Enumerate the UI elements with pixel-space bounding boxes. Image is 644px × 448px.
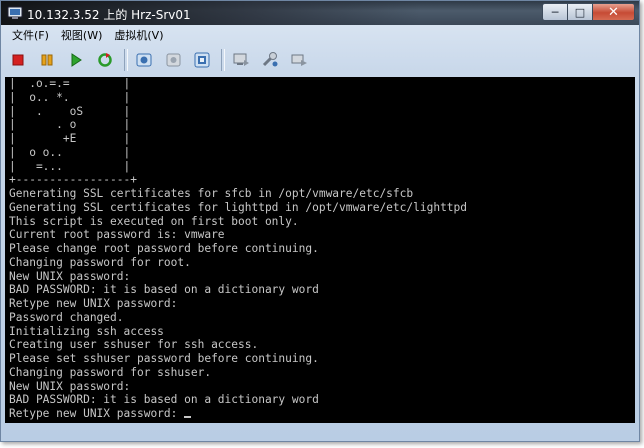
console-line: Password changed. — [9, 310, 124, 324]
console-line: Generating SSL certificates for sfcb in … — [9, 187, 414, 200]
stop-icon — [12, 54, 24, 66]
close-button[interactable]: ✕ — [593, 3, 635, 21]
menu-view[interactable]: 视图(W) — [55, 28, 108, 44]
vm-console-screen[interactable]: | .o.=.= | | o.. *. | | . oS | | . o | |… — [5, 77, 635, 423]
randomart-line: | . o | — [9, 118, 131, 132]
randomart-line: +-----------------+ — [9, 173, 137, 187]
randomart-line: | o o.. | — [9, 145, 131, 159]
console-line: Retype new UNIX password: — [9, 297, 178, 310]
console-line: This script is executed on first boot on… — [9, 214, 299, 228]
randomart-line: | o.. *. | — [9, 90, 131, 104]
console-line: Please change root password before conti… — [9, 242, 319, 255]
console-line: Creating user sshuser for ssh access. — [9, 338, 259, 352]
toolbar-separator — [124, 49, 128, 71]
power-on-button[interactable] — [66, 50, 86, 70]
randomart-line: | . oS | — [9, 104, 131, 118]
menu-file[interactable]: 文件(F) — [6, 28, 55, 44]
console-line: Please set sshuser password before conti… — [9, 352, 319, 365]
randomart-line: | =... | — [9, 159, 131, 173]
snapshot-manager-button[interactable] — [192, 50, 212, 70]
console-view-icon — [233, 53, 249, 66]
console-line: Changing password for sshuser. — [9, 365, 212, 379]
reset-button[interactable] — [95, 50, 115, 70]
password-prompt: Retype new UNIX password: — [9, 407, 185, 420]
menu-vm[interactable]: 虚拟机(V) — [108, 28, 169, 44]
menu-bar: 文件(F) 视图(W) 虚拟机(V) — [6, 28, 170, 44]
toolbar-separator — [221, 49, 225, 71]
vmware-console-icon — [7, 6, 23, 19]
randomart-line: | .o.=.= | — [9, 77, 131, 90]
suspend-button[interactable] — [37, 50, 57, 70]
vm-settings-button[interactable] — [260, 50, 280, 70]
play-icon — [71, 53, 82, 67]
revert-snapshot-icon — [166, 53, 181, 67]
minimize-icon: ─ — [551, 5, 559, 19]
full-screen-button[interactable] — [289, 50, 309, 70]
full-screen-icon — [291, 54, 307, 66]
console-line: New UNIX password: — [9, 269, 131, 283]
power-off-button[interactable] — [8, 50, 28, 70]
status-bar — [5, 425, 635, 439]
maximize-icon: □ — [574, 5, 586, 19]
console-line: Changing password for root. — [9, 255, 191, 269]
maximize-button[interactable]: □ — [568, 3, 593, 21]
console-view-button[interactable] — [231, 50, 251, 70]
title-bar[interactable]: 10.132.3.52 上的 Hrz-Srv01 ─ □ ✕ — [1, 1, 639, 25]
console-line: Generating SSL certificates for lighttpd… — [9, 200, 468, 214]
vm-console-window: 10.132.3.52 上的 Hrz-Srv01 ─ □ ✕ 文件(F) 视图(… — [0, 0, 640, 442]
text-cursor — [184, 416, 192, 418]
snapshot-icon — [136, 53, 152, 67]
pause-icon — [41, 54, 53, 66]
ssh-key-randomart: | .o.=.= | | o.. *. | | . oS | | . o | |… — [9, 77, 137, 186]
snapshot-manager-icon — [194, 52, 210, 68]
console-line: Initializing ssh access — [9, 324, 164, 338]
revert-snapshot-button[interactable] — [163, 50, 183, 70]
randomart-line: | +E | — [9, 132, 131, 145]
terminal-output: | .o.=.= | | o.. *. | | . oS | | . o | |… — [9, 77, 467, 421]
console-line: BAD PASSWORD: it is based on a dictionar… — [9, 393, 319, 407]
console-line: BAD PASSWORD: it is based on a dictionar… — [9, 283, 319, 297]
console-line: New UNIX password: — [9, 379, 131, 393]
close-icon: ✕ — [608, 4, 619, 20]
console-line: Current root password is: vmware — [9, 228, 225, 242]
window-controls: ─ □ ✕ — [542, 3, 635, 21]
window-title: 10.132.3.52 上的 Hrz-Srv01 — [27, 8, 191, 22]
snapshot-button[interactable] — [134, 50, 154, 70]
reset-icon — [98, 53, 112, 67]
settings-icon — [262, 52, 278, 67]
toolbar — [8, 47, 318, 73]
minimize-button[interactable]: ─ — [542, 3, 568, 21]
